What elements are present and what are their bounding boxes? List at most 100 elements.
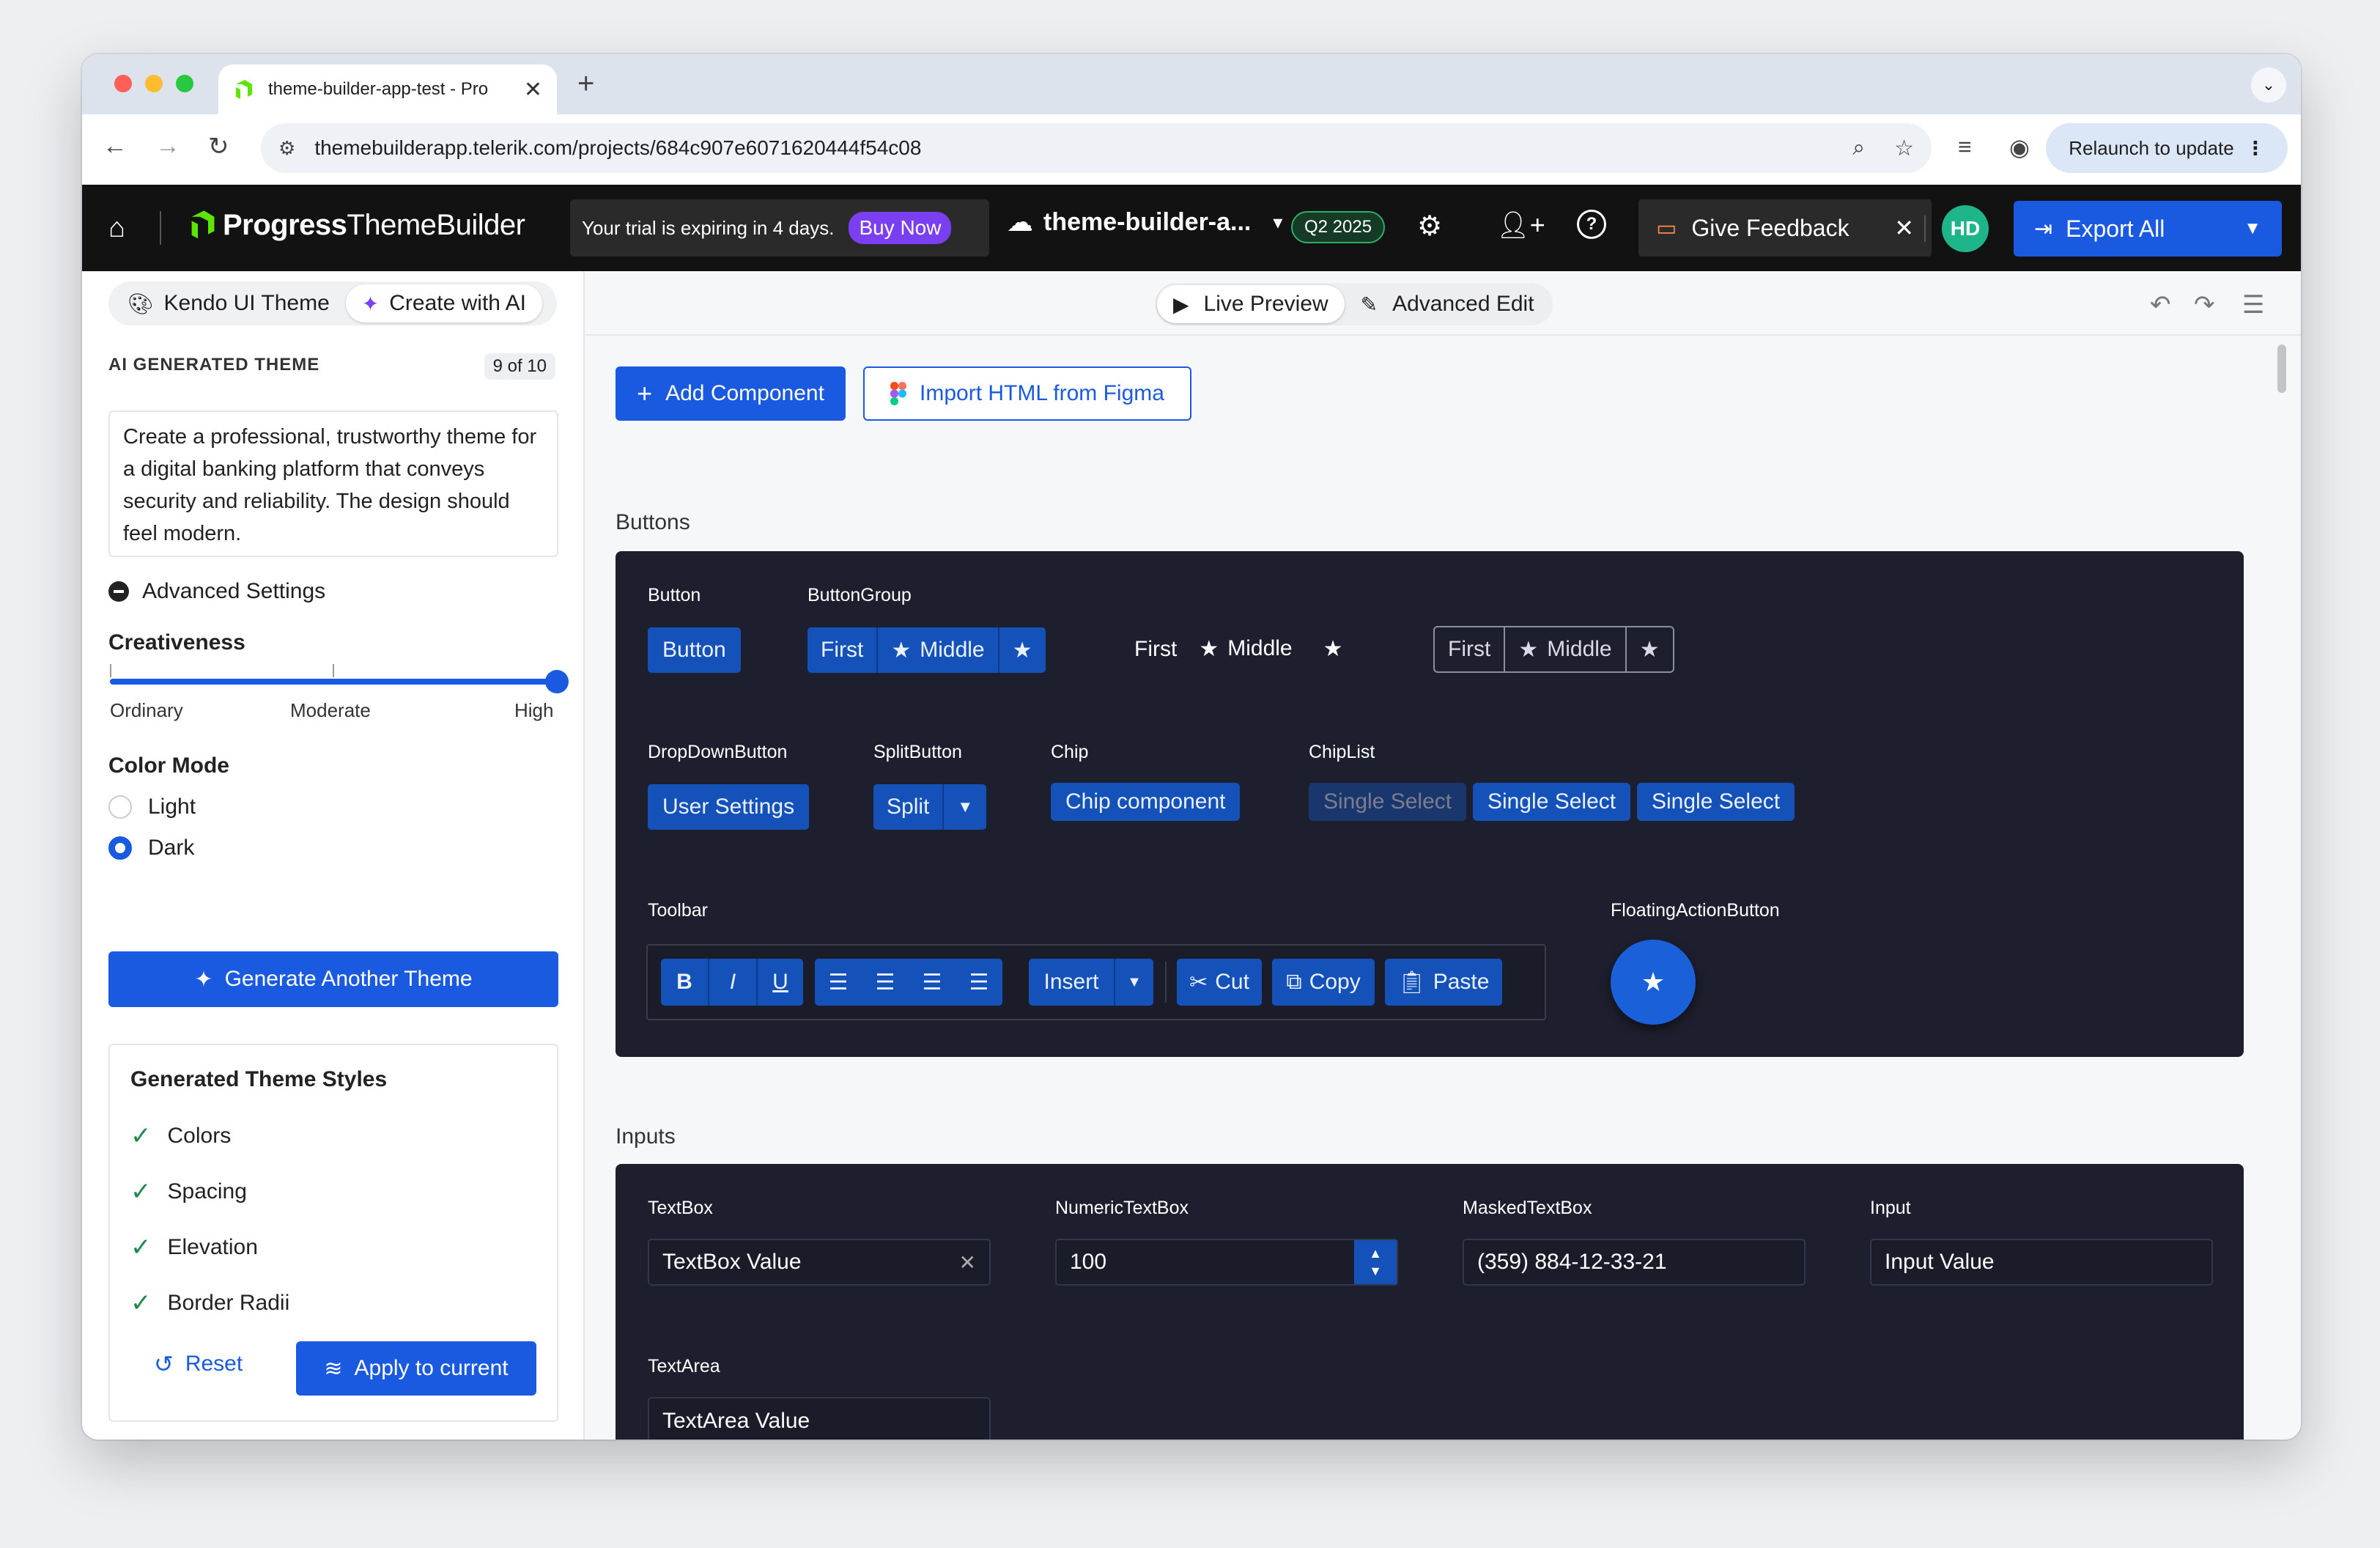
arrow-down-icon[interactable]: ▼ bbox=[1369, 1262, 1382, 1280]
slider-handle[interactable] bbox=[545, 670, 569, 693]
feedback-label: Give Feedback bbox=[1691, 214, 1849, 241]
tab-create-with-ai[interactable]: ✦ Create with AI bbox=[345, 284, 543, 322]
plain-input[interactable]: Input Value bbox=[1870, 1239, 2213, 1286]
redo-icon[interactable]: ↷ bbox=[2194, 290, 2215, 320]
new-tab-button[interactable]: + bbox=[577, 67, 594, 100]
checklist-icon[interactable]: ☰ bbox=[2242, 290, 2264, 320]
split-main-button[interactable]: Split bbox=[873, 784, 942, 830]
dropdown-button[interactable]: User Settings bbox=[648, 784, 810, 830]
bookmark-star-icon[interactable]: ☆ bbox=[1894, 136, 1914, 161]
home-icon[interactable]: ⌂ bbox=[108, 213, 125, 244]
chiplist-item[interactable]: Single Select bbox=[1309, 783, 1467, 821]
inputs-panel: TextBox NumericTextBox MaskedTextBox Inp… bbox=[616, 1164, 2244, 1440]
more-menu-icon[interactable]: ⋮ bbox=[2246, 137, 2265, 160]
align-right-icon[interactable]: ☰ bbox=[909, 959, 956, 1006]
sparkle-icon: ✦ bbox=[361, 292, 380, 315]
reset-label: Reset bbox=[185, 1352, 243, 1376]
tab-kendo-ui-theme[interactable]: 🎨︎ Kendo UI Theme bbox=[111, 284, 346, 322]
reset-button[interactable]: ↺ Reset bbox=[154, 1350, 243, 1378]
export-all-button[interactable]: ⇥ Export All ▼ bbox=[2014, 201, 2282, 257]
align-justify-icon[interactable]: ☰ bbox=[956, 959, 1002, 1006]
minimize-window-button[interactable] bbox=[145, 75, 163, 92]
brand-logo[interactable]: ProgressThemeBuilder bbox=[188, 208, 525, 242]
masked-textbox[interactable]: (359) 884-12-33-21 bbox=[1463, 1239, 1806, 1286]
zoom-icon[interactable]: ⌕ bbox=[1852, 136, 1865, 161]
underline-button[interactable]: U bbox=[758, 959, 803, 1006]
split-arrow-icon[interactable]: ▼ bbox=[944, 784, 986, 830]
close-tab-icon[interactable]: ✕ bbox=[524, 77, 542, 103]
tab-live-preview[interactable]: ▶ Live Preview bbox=[1157, 285, 1345, 323]
project-selector[interactable]: ☁ theme-builder-a... ▾ bbox=[1007, 207, 1282, 237]
scrollbar-thumb[interactable] bbox=[2277, 344, 2286, 393]
site-info-icon[interactable]: ⚙ bbox=[278, 137, 295, 160]
flat-star-button[interactable]: ★ bbox=[1323, 636, 1343, 662]
help-icon[interactable]: ? bbox=[1577, 210, 1606, 239]
chiplist-item[interactable]: Single Select bbox=[1637, 783, 1795, 821]
textarea-input[interactable]: TextArea Value bbox=[648, 1397, 991, 1440]
apply-to-current-button[interactable]: ≋ Apply to current bbox=[296, 1341, 536, 1396]
close-feedback-icon[interactable]: ✕ bbox=[1894, 214, 1914, 242]
buy-now-button[interactable]: Buy Now bbox=[849, 212, 952, 244]
outline-middle-button[interactable]: ★ Middle bbox=[1505, 627, 1625, 671]
group-middle-button[interactable]: ★ Middle bbox=[878, 627, 997, 673]
radio-dark[interactable]: Dark bbox=[108, 836, 194, 860]
reload-icon[interactable]: ↻ bbox=[208, 132, 229, 161]
browser-tab[interactable]: theme-builder-app-test - Pro ✕ bbox=[218, 64, 557, 114]
back-icon[interactable]: ← bbox=[103, 132, 128, 161]
relaunch-button[interactable]: Relaunch to update ⋮ bbox=[2046, 123, 2288, 173]
advanced-settings-label: Advanced Settings bbox=[142, 579, 326, 603]
group-star-button[interactable]: ★ bbox=[999, 627, 1046, 673]
prompt-textarea[interactable]: Create a professional, trustworthy theme… bbox=[108, 410, 558, 557]
demo-button[interactable]: Button bbox=[648, 627, 741, 673]
close-window-button[interactable] bbox=[114, 75, 132, 92]
tab-advanced-edit[interactable]: ✎ Advanced Edit bbox=[1345, 285, 1551, 323]
arrow-up-icon[interactable]: ▲ bbox=[1369, 1245, 1382, 1262]
numeric-spinner[interactable]: ▲ ▼ bbox=[1354, 1240, 1397, 1284]
tab-search-button[interactable]: ⌄ bbox=[2251, 67, 2286, 103]
omnibox[interactable]: ⚙ themebuilderapp.telerik.com/projects/6… bbox=[261, 123, 1932, 173]
generate-another-theme-button[interactable]: ✦ Generate Another Theme bbox=[108, 951, 558, 1007]
numeric-textbox[interactable]: 100 ▲ ▼ bbox=[1055, 1239, 1398, 1286]
paste-button[interactable]: 📋︎ Paste bbox=[1385, 959, 1502, 1006]
outline-star-button[interactable]: ★ bbox=[1627, 627, 1673, 671]
forward-icon[interactable]: → bbox=[155, 132, 180, 161]
undo-icon[interactable]: ↶ bbox=[2150, 290, 2171, 320]
insert-button[interactable]: Insert bbox=[1029, 959, 1114, 1006]
advanced-settings-toggle[interactable]: Advanced Settings bbox=[108, 579, 325, 604]
user-avatar[interactable]: HD bbox=[1942, 205, 1989, 252]
cut-button[interactable]: ✂ Cut bbox=[1177, 959, 1262, 1006]
tab-title: theme-builder-app-test - Pro bbox=[268, 79, 489, 99]
floating-action-button[interactable]: ★ bbox=[1611, 940, 1696, 1025]
add-user-icon[interactable]: 👤︎+ bbox=[1496, 210, 1545, 240]
align-center-icon[interactable]: ☰ bbox=[862, 959, 909, 1006]
radio-button-selected[interactable] bbox=[108, 836, 132, 860]
bold-button[interactable]: B bbox=[661, 959, 708, 1006]
italic-button[interactable]: I bbox=[709, 959, 756, 1006]
align-left-icon[interactable]: ☰ bbox=[815, 959, 862, 1006]
label-textarea: TextArea bbox=[648, 1356, 720, 1376]
radio-light[interactable]: Light bbox=[108, 795, 196, 819]
feedback-bar[interactable]: ▭ Give Feedback ✕ bbox=[1638, 199, 1932, 257]
add-component-button[interactable]: + Add Component bbox=[616, 366, 846, 421]
chiplist-item[interactable]: Single Select bbox=[1473, 783, 1631, 821]
insert-arrow-icon[interactable]: ▼ bbox=[1115, 959, 1153, 1006]
group-first-button[interactable]: First bbox=[808, 627, 876, 673]
media-control-icon[interactable]: ≡ bbox=[1958, 133, 1972, 161]
settings-gear-icon[interactable]: ⚙ bbox=[1417, 210, 1442, 243]
outline-first-button[interactable]: First bbox=[1435, 627, 1504, 671]
copy-button[interactable]: ⧉ Copy bbox=[1272, 959, 1375, 1006]
chip[interactable]: Chip component bbox=[1051, 783, 1241, 821]
textbox-input[interactable]: TextBox Value ✕ bbox=[648, 1239, 991, 1286]
profile-icon[interactable]: ◉ bbox=[2009, 133, 2030, 161]
clear-icon[interactable]: ✕ bbox=[959, 1250, 976, 1275]
input-value: Input Value bbox=[1885, 1250, 1995, 1274]
flat-middle-button[interactable]: ★ Middle bbox=[1199, 636, 1292, 662]
radio-button[interactable] bbox=[108, 795, 132, 819]
creativeness-slider[interactable] bbox=[110, 670, 569, 693]
chevron-down-icon[interactable]: ▼ bbox=[2244, 218, 2261, 239]
generated-styles-card: Generated Theme Styles ✓ Colors ✓ Spacing … bbox=[108, 1044, 558, 1422]
maximize-window-button[interactable] bbox=[176, 75, 193, 92]
cloud-upload-icon: ☁ bbox=[1007, 207, 1033, 237]
import-figma-button[interactable]: Import HTML from Figma bbox=[863, 366, 1191, 421]
flat-first-button[interactable]: First bbox=[1134, 637, 1177, 662]
